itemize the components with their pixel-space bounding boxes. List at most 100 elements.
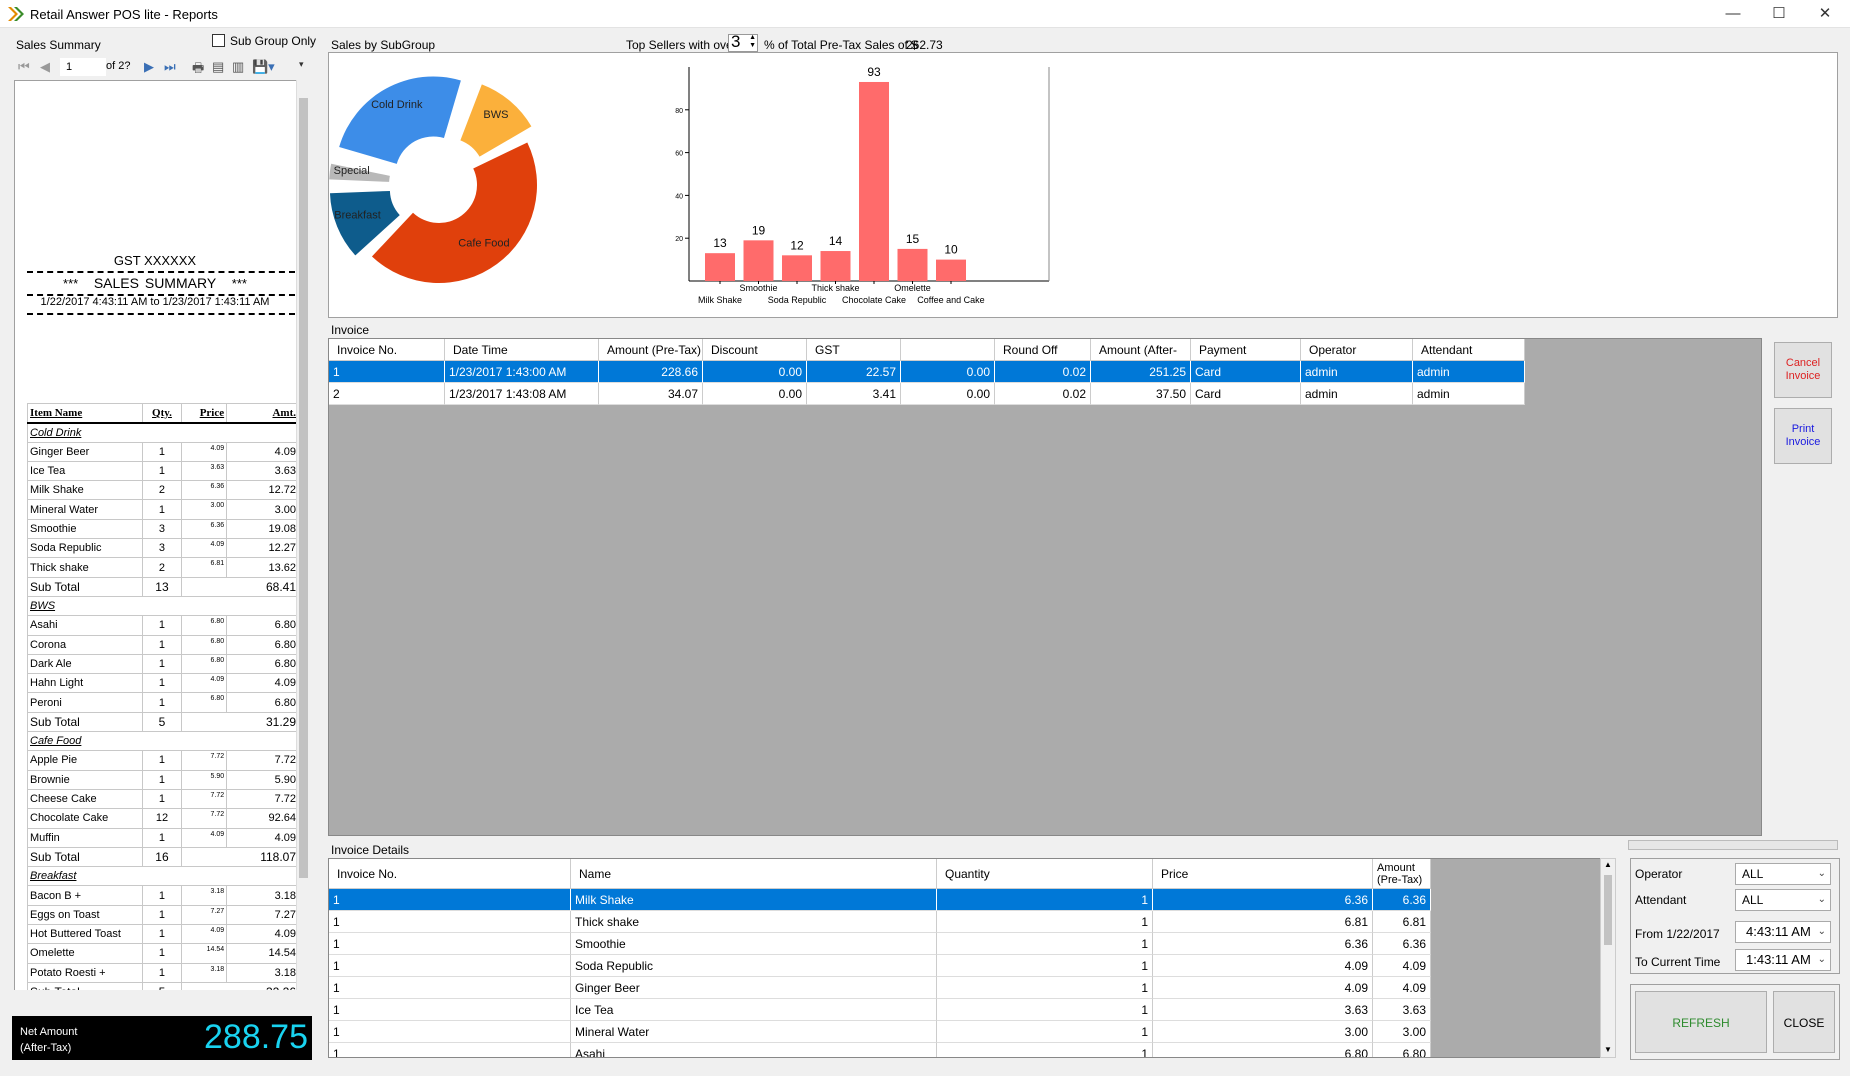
close-button[interactable]: CLOSE [1773,991,1835,1053]
details-cell: 1 [937,1021,1153,1043]
details-row[interactable]: 1 Mineral Water 1 3.00 3.00 [329,1021,1431,1043]
toolbar-overflow-icon[interactable]: ▾ [299,59,304,70]
details-row[interactable]: 1 Smoothie 1 6.36 6.36 [329,933,1431,955]
print-invoice-button[interactable]: Print Invoice [1774,408,1832,464]
minimize-button[interactable]: — [1710,0,1756,28]
item-amount: 3.00 [226,499,299,520]
invoice-column-header[interactable]: Invoice No. [329,339,445,361]
maximize-button[interactable]: ☐ [1756,0,1802,28]
scroll-thumb[interactable] [1604,875,1612,945]
print-layout-icon[interactable]: ▤ [212,59,224,75]
invoice-cell: 1/23/2017 1:43:08 AM [445,383,599,405]
item-price: 7.72 [180,808,228,829]
details-row[interactable]: 1 Milk Shake 1 6.36 6.36 [329,889,1431,911]
invoice-row[interactable]: 2 1/23/2017 1:43:08 AM 34.07 0.00 3.41 0.00 0.… [329,383,1525,405]
invoice-cell: 0.02 [995,383,1091,405]
details-row[interactable]: 1 Asahi 1 6.80 6.80 [329,1043,1431,1057]
details-column-header[interactable]: Invoice No. [329,859,571,889]
details-row[interactable]: 1 Ginger Beer 1 4.09 4.09 [329,977,1431,999]
details-cell: Smoothie [571,933,937,955]
invoice-details-label: Invoice Details [331,843,410,857]
to-time-picker[interactable]: 1:43:11 AM ⌄ [1735,949,1831,971]
invoice-column-header[interactable]: Operator [1301,339,1413,361]
item-price: 7.72 [180,788,228,810]
scroll-thumb[interactable] [299,98,308,878]
report-date-range: 1/22/2017 4:43:11 AM to 1/23/2017 1:43:1… [40,296,270,308]
to-time-value: 1:43:11 AM [1746,952,1811,967]
report-vertical-scrollbar[interactable] [296,80,310,992]
details-cell: 1 [937,911,1153,933]
item-price: 6.80 [180,692,228,713]
invoice-column-header[interactable]: Amount (After-Tax) [1091,339,1191,379]
details-cell: Thick shake [571,911,937,933]
details-cell: Milk Shake [571,889,937,911]
scroll-down-icon[interactable]: ▼ [1604,1045,1612,1054]
title-bar: Retail Answer POS lite - Reports — ☐ ✕ [0,0,1850,28]
details-cell: 1 [937,977,1153,999]
subtotal-amount: 31.29 [180,711,300,733]
prev-page-icon[interactable]: ◀ [40,59,50,75]
invoice-column-header[interactable]: GST [807,339,901,361]
sub-group-only-checkbox[interactable] [212,34,225,47]
report-item-row: Omelette 1 14.54 14.54 [27,943,299,964]
details-column-header[interactable]: Amount (Pre-Tax) [1373,859,1431,889]
attendant-select[interactable]: ALL ⌄ [1735,889,1831,911]
from-time-picker[interactable]: 4:43:11 AM ⌄ [1735,921,1831,943]
details-cell: 4.09 [1373,977,1431,999]
export-icon[interactable]: 💾▾ [252,59,275,75]
top-sellers-bar-chart: 20 40 60 80 13 Milk Shake 19 Smoothie 12 Soda Rep… [675,65,1050,305]
page-number-input[interactable]: 1 [60,58,106,76]
invoice-column-header[interactable]: Amount (Pre-Tax) [599,339,703,361]
page-of-label: of 2? [106,60,131,72]
invoice-row[interactable]: 1 1/23/2017 1:43:00 AM 228.66 0.00 22.57 0.00… [329,361,1525,383]
print-icon[interactable]: 🖶 [192,59,204,81]
item-price: 6.80 [180,634,228,655]
donut-slice [339,76,461,164]
next-page-icon[interactable]: ▶ [144,59,154,75]
y-tick-label: 20 [675,236,683,243]
item-qty: 1 [141,634,182,655]
details-cell: 1 [329,999,571,1021]
details-column-header[interactable]: Name [571,859,937,889]
report-item-row: Ice Tea 1 3.63 3.63 [27,460,299,482]
invoice-column-header[interactable]: Attendant [1413,339,1525,361]
bar [782,255,812,281]
invoice-column-header[interactable]: Payment [1191,339,1301,361]
item-name: Corona [27,634,143,655]
item-name: Soda Republic [27,538,143,559]
report-horizontal-scrollbar[interactable] [14,990,310,1004]
refresh-button[interactable]: REFRESH [1635,991,1767,1053]
invoice-column-header[interactable] [901,339,995,361]
spinner-arrows-icon[interactable]: ▲ ▼ [749,34,756,50]
sales-summary-report: GST XXXXXX *** SALES SUMMARY *** 1/22/20… [14,80,310,998]
operator-select[interactable]: ALL ⌄ [1735,863,1831,885]
details-cell: 1 [329,933,571,955]
item-qty: 2 [141,557,182,578]
invoice-grid: Invoice No. Date Time Amount (Pre-Tax) Disc… [328,338,1762,836]
details-vertical-scrollbar[interactable]: ▲ ▼ [1600,858,1616,1058]
item-price: 4.09 [180,827,228,848]
details-row[interactable]: 1 Soda Republic 1 4.09 4.09 [329,955,1431,977]
details-column-header[interactable]: Quantity [937,859,1153,889]
top-sellers-percent-spinner[interactable]: 3 ▲ ▼ [728,32,758,52]
close-window-button[interactable]: ✕ [1802,0,1848,28]
invoice-cell: 0.00 [703,361,807,383]
report-item-row: Milk Shake 2 6.36 12.72 [27,480,299,501]
invoice-column-header[interactable]: Round Off [995,339,1091,361]
report-title-text: SALES SUMMARY [93,275,217,291]
cancel-invoice-button[interactable]: Cancel Invoice [1774,342,1832,398]
details-row[interactable]: 1 Thick shake 1 6.81 6.81 [329,911,1431,933]
details-row[interactable]: 1 Ice Tea 1 3.63 3.63 [329,999,1431,1021]
x-tick-label: Omelette [894,283,931,293]
invoice-column-header[interactable]: Date Time [445,339,599,361]
item-name: Chocolate Cake [27,808,143,829]
page-setup-icon[interactable]: ▥ [232,59,244,75]
item-amount: 6.80 [226,634,299,655]
invoice-column-header[interactable]: Discount [703,339,807,361]
item-name: Asahi [27,615,143,636]
first-page-icon[interactable]: ⏮ [18,59,30,75]
last-page-icon[interactable]: ⏭ [164,59,176,75]
scroll-up-icon[interactable]: ▲ [1604,860,1612,869]
item-price: 6.36 [180,480,228,501]
details-column-header[interactable]: Price [1153,859,1373,889]
